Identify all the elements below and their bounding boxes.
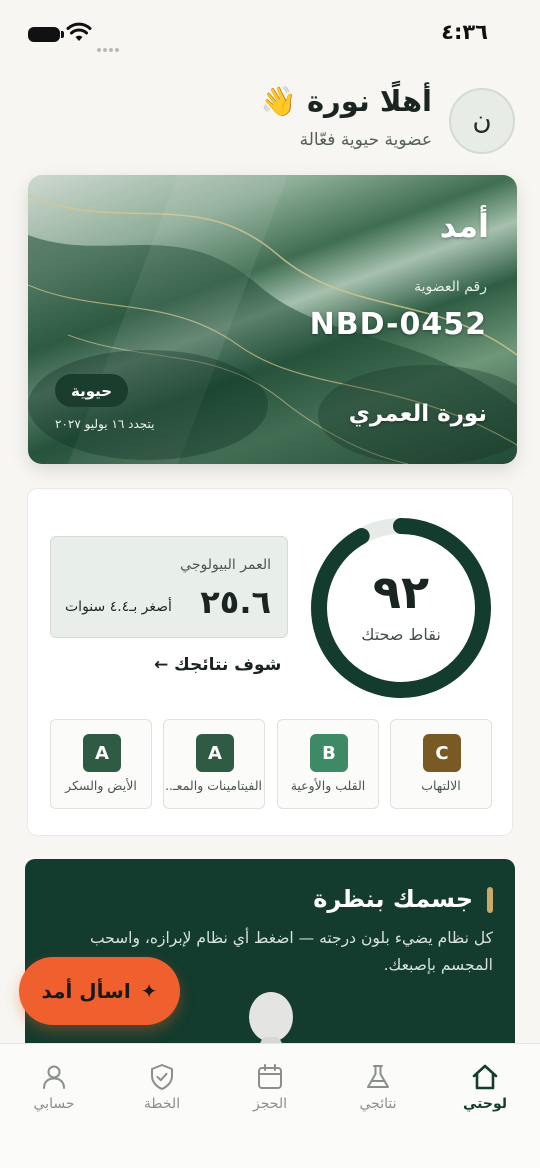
nav-dashboard[interactable]: لوحتي xyxy=(440,1062,530,1132)
membership-number-label: رقم العضوية xyxy=(414,279,487,295)
grade-tile-label: الفيتامينات والمعـ... xyxy=(166,778,262,793)
card-brand: أمد xyxy=(439,207,489,245)
grade-badge: A xyxy=(196,734,234,772)
nav-label: الخطة xyxy=(143,1096,181,1112)
nav-plan[interactable]: الخطة xyxy=(117,1062,207,1132)
grade-badge: C xyxy=(423,734,461,772)
membership-number: NBD-0452 xyxy=(309,307,487,342)
tier-badge: حيوية xyxy=(55,374,129,407)
health-score-label: نقاط صحتك xyxy=(361,625,441,644)
card-holder-name: نورة العمري xyxy=(348,401,487,427)
status-time: ٤:٣٦ xyxy=(441,20,488,44)
user-icon xyxy=(43,1065,65,1089)
body-map-title: جسمك بنظرة xyxy=(313,885,473,913)
biological-age-title: العمر البيولوجي xyxy=(180,557,271,573)
signal-icon xyxy=(97,37,121,56)
membership-status: عضوية حيوية فعّالة xyxy=(299,130,432,150)
renewal-date: يتجدد ١٦ يوليو ٢٠٢٧ xyxy=(55,417,155,431)
avatar[interactable]: ن xyxy=(449,88,515,154)
grade-tile-metabolism[interactable]: A الأيض والسكر xyxy=(50,719,152,809)
biological-age-note: أصغر بـ٤.٤ سنوات xyxy=(65,599,172,615)
section-accent-bar xyxy=(487,887,493,913)
flask-icon xyxy=(367,1065,389,1088)
nav-label: لوحتي xyxy=(462,1096,507,1112)
home-icon xyxy=(472,1064,498,1090)
health-summary-panel: ٩٢ نقاط صحتك العمر البيولوجي ٢٥.٦ أصغر ب… xyxy=(27,488,513,836)
system-grades: C الالتهاب B القلب والأوعية A الفيتامينا… xyxy=(50,719,492,809)
grade-tile-cardiovascular[interactable]: B القلب والأوعية xyxy=(277,719,379,809)
nav-label: الحجز xyxy=(253,1096,287,1112)
wifi-icon xyxy=(66,22,92,41)
nav-label: حسابي xyxy=(33,1096,75,1112)
sparkle-icon: ✦ xyxy=(140,979,158,1003)
membership-card[interactable]: أمد رقم العضوية NBD-0452 نورة العمري حيو… xyxy=(28,175,517,464)
nav-results[interactable]: نتائجي xyxy=(333,1062,423,1132)
biological-age-value: ٢٥.٦ xyxy=(200,583,271,621)
biological-age-card: العمر البيولوجي ٢٥.٦ أصغر بـ٤.٤ سنوات xyxy=(50,536,288,638)
calendar-icon xyxy=(258,1064,282,1089)
grade-tile-label: القلب والأوعية xyxy=(290,778,366,793)
nav-account[interactable]: حسابي xyxy=(9,1062,99,1132)
battery-icon xyxy=(28,27,64,42)
grade-badge: A xyxy=(83,734,121,772)
bottom-navigation: لوحتي نتائجي الحجز الخطة حسابي xyxy=(0,1043,540,1168)
avatar-initial: ن xyxy=(472,106,492,136)
ask-amad-button[interactable]: اسأل أمد ✦ xyxy=(19,957,180,1025)
ask-amad-label: اسأل أمد xyxy=(41,979,131,1003)
greeting: أهلًا نورة 👋 xyxy=(260,84,432,118)
status-bar: ٤:٣٦ xyxy=(0,0,540,66)
view-results-link[interactable]: شوف نتائجك ← xyxy=(154,655,281,675)
shield-check-icon xyxy=(151,1064,173,1090)
grade-tile-vitamins[interactable]: A الفيتامينات والمعـ... xyxy=(163,719,265,809)
grade-badge: B xyxy=(310,734,348,772)
grade-tile-inflammation[interactable]: C الالتهاب xyxy=(390,719,492,809)
grade-tile-label: الأيض والسكر xyxy=(65,778,137,793)
health-score: ٩٢ xyxy=(372,565,430,619)
nav-label: نتائجي xyxy=(359,1096,397,1112)
grade-tile-label: الالتهاب xyxy=(421,778,461,793)
nav-booking[interactable]: الحجز xyxy=(225,1062,315,1132)
